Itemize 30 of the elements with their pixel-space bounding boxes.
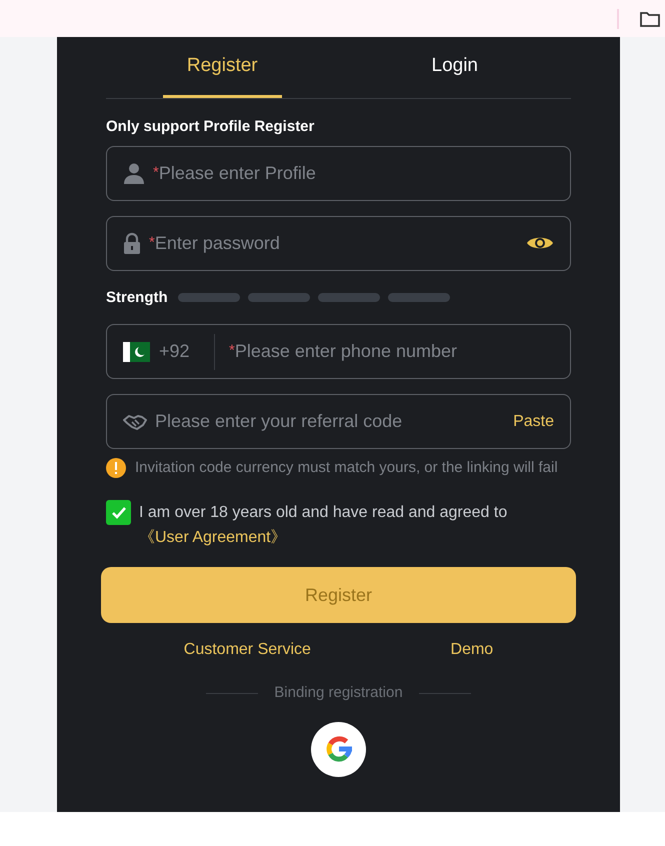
input-field[interactable]: *Please enter Profile bbox=[106, 146, 571, 200]
tab[interactable]: Login bbox=[338, 37, 571, 98]
text-input[interactable]: Please enter phone number bbox=[234, 338, 554, 365]
text-input[interactable]: Please enter your referral code bbox=[155, 408, 506, 435]
notice-text: Invitation code currency must match yours, or the linking will fail bbox=[135, 458, 558, 478]
checkbox[interactable] bbox=[106, 500, 131, 525]
footer-link[interactable]: Customer Service bbox=[184, 638, 311, 662]
required-mark: * bbox=[229, 341, 235, 361]
footer-link[interactable]: Demo bbox=[450, 638, 494, 662]
folder-icon[interactable] bbox=[639, 10, 661, 28]
country-code[interactable]: +92 bbox=[159, 338, 214, 365]
referral-field[interactable]: Please enter your referral code Paste bbox=[106, 394, 571, 449]
phone-field[interactable]: +92 *Please enter phone number bbox=[106, 324, 571, 379]
warning-icon bbox=[106, 458, 126, 478]
text-input[interactable]: Enter password bbox=[154, 230, 518, 256]
tab[interactable]: Register bbox=[106, 37, 338, 98]
agreement-text: I am over 18 years old and have read and agreed to 《User Agreement》 bbox=[139, 503, 508, 548]
flag-icon[interactable] bbox=[123, 342, 150, 362]
text-input[interactable]: Please enter Profile bbox=[158, 160, 554, 186]
binding-label: Binding registration bbox=[274, 683, 403, 703]
paste-button[interactable]: Paste bbox=[513, 410, 554, 434]
required-mark: * bbox=[149, 232, 155, 252]
lock-icon bbox=[123, 232, 141, 254]
user-agreement-link[interactable]: 《User Agreement》 bbox=[139, 529, 287, 546]
input-field[interactable]: *Enter password bbox=[106, 216, 571, 270]
section-label: Only support Profile Register bbox=[106, 117, 316, 137]
handshake-icon bbox=[123, 412, 147, 430]
required-mark: * bbox=[153, 162, 159, 182]
strength-label: Strength bbox=[106, 288, 168, 308]
person-icon bbox=[123, 162, 145, 184]
